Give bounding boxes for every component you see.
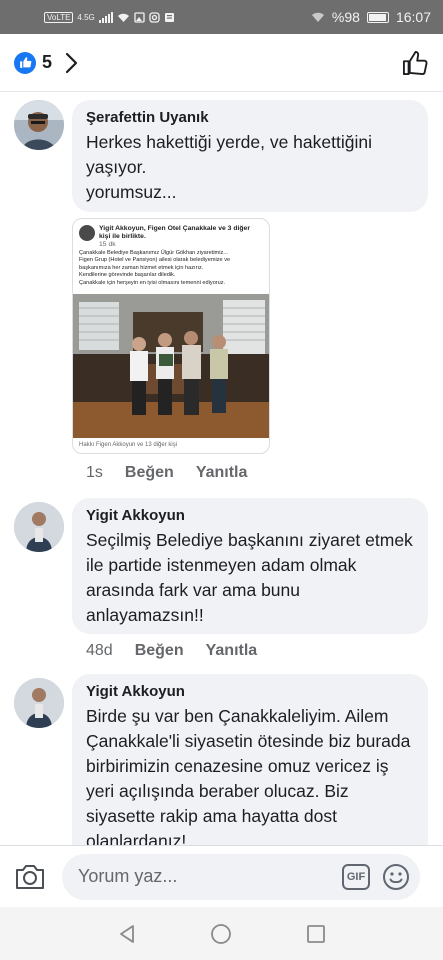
status-bar-left: VoLTE 4.5G — [44, 11, 175, 23]
comment-author[interactable]: Yigit Akkoyun — [86, 683, 414, 700]
comment-text: Seçilmiş Belediye başkanını ziyaret etme… — [86, 530, 413, 625]
shared-post-image[interactable]: Yigit Akkoyun, Figen Otel Çanakkale ve 3… — [72, 218, 270, 454]
camera-icon[interactable] — [14, 863, 46, 891]
comments-header: 5 — [0, 34, 443, 92]
battery-percent: %98 — [331, 9, 360, 25]
avatar[interactable] — [14, 502, 64, 552]
comment: Şerafettin Uyanık Herkes hakettiği yerde… — [0, 92, 443, 492]
comment-placeholder: Yorum yaz... — [78, 866, 178, 886]
smiley-icon[interactable] — [382, 863, 410, 891]
wifi-signal-icon — [311, 12, 324, 22]
signal-icon — [98, 11, 113, 23]
clock: 16:07 — [395, 9, 431, 25]
comment-time: 48d — [86, 642, 113, 659]
chevron-right-icon[interactable] — [64, 52, 78, 74]
shared-post-time: 15 dk — [99, 241, 116, 248]
reply-button[interactable]: Yanıtla — [206, 642, 258, 660]
comment-text: Herkes hakettiği yerde, ve hakettiğini y… — [86, 132, 372, 202]
avatar[interactable] — [14, 678, 64, 728]
comment-author[interactable]: Yigit Akkoyun — [86, 507, 414, 524]
home-circle-icon[interactable] — [210, 923, 232, 945]
shared-post-photo — [73, 294, 269, 438]
battery-icon — [366, 11, 389, 23]
wifi-icon — [117, 13, 129, 22]
comment-author[interactable]: Şerafettin Uyanık — [86, 109, 414, 126]
comment: Yigit Akkoyun Birde şu var ben Çanakkale… — [0, 674, 443, 845]
back-triangle-icon[interactable] — [117, 924, 137, 944]
like-button[interactable]: Beğen — [125, 464, 174, 482]
volte-indicator: VoLTE — [44, 11, 74, 23]
shared-post-header: Yigit Akkoyun, Figen Otel Çanakkale ve 3… — [79, 225, 263, 249]
comment-bubble[interactable]: Yigit Akkoyun Birde şu var ben Çanakkale… — [72, 674, 428, 845]
comment-input[interactable]: Yorum yaz... GIF — [62, 853, 420, 900]
comment: Yigit Akkoyun Seçilmiş Belediye başkanın… — [0, 498, 443, 668]
system-nav-bar — [0, 907, 443, 960]
comment-feed[interactable]: Şerafettin Uyanık Herkes hakettiği yerde… — [0, 92, 443, 845]
status-bar: VoLTE 4.5G %98 16:07 — [0, 0, 443, 34]
network-type: 4.5G — [77, 12, 95, 22]
gallery-icon — [134, 11, 145, 23]
recent-square-icon[interactable] — [306, 924, 326, 944]
reaction-count[interactable]: 5 — [42, 52, 52, 73]
comment-meta: 48d Beğen Yanıtla — [86, 642, 257, 660]
news-icon — [164, 12, 174, 22]
battery-fill — [368, 13, 386, 21]
comment-bubble[interactable]: Yigit Akkoyun Seçilmiş Belediye başkanın… — [72, 498, 428, 634]
thumbs-up-icon[interactable] — [401, 49, 429, 77]
comment-time: 1s — [86, 464, 103, 481]
shared-post-header-text: Yigit Akkoyun, Figen Otel Çanakkale ve 3… — [99, 225, 250, 240]
comment-text: Birde şu var ben Çanakkaleliyim. Ailem Ç… — [86, 706, 411, 845]
gif-button[interactable]: GIF — [342, 863, 370, 890]
comment-composer: Yorum yaz... GIF — [0, 845, 443, 907]
status-bar-right: %98 16:07 — [311, 9, 431, 25]
comment-meta: 1s Beğen Yanıtla — [86, 464, 247, 482]
like-button[interactable]: Beğen — [135, 642, 184, 660]
shared-post-footer: Hakkı Figen Akkoyun ve 13 diğer kişi — [79, 442, 178, 448]
reaction-like-icon[interactable] — [14, 51, 36, 74]
instagram-icon — [149, 11, 160, 23]
reply-button[interactable]: Yanıtla — [196, 464, 248, 482]
avatar[interactable] — [14, 100, 64, 150]
comment-bubble[interactable]: Şerafettin Uyanık Herkes hakettiği yerde… — [72, 100, 428, 212]
shared-post-text: Çanakkale Belediye Başkanımız Ülgür Gökh… — [79, 250, 231, 286]
